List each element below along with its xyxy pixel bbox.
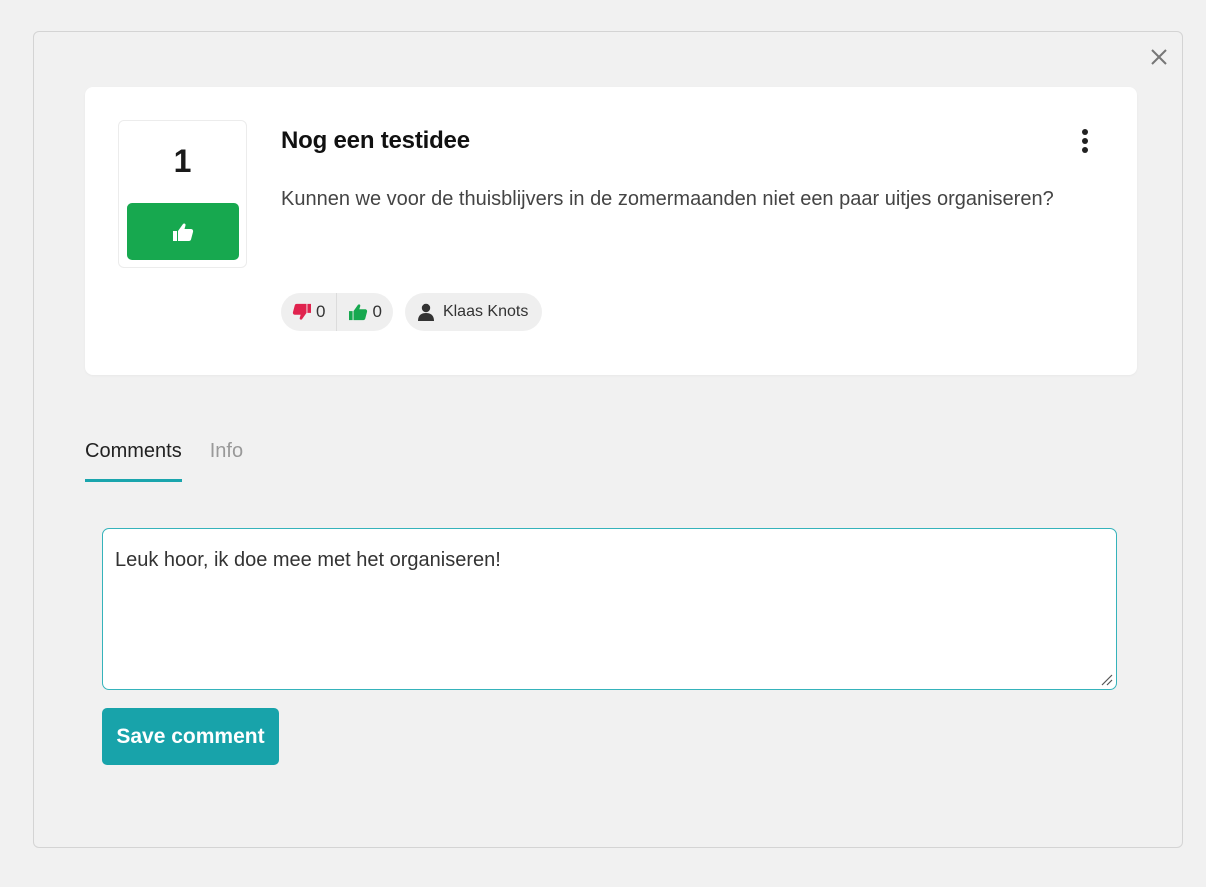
vote-box: 1 [118, 120, 247, 268]
vote-stats: 0 0 [281, 293, 393, 331]
tab-bar: Comments Info [85, 440, 243, 482]
kebab-menu-icon[interactable] [1075, 127, 1095, 159]
idea-card: 1 Nog een testidee Kunnen we voor de thu… [85, 87, 1137, 375]
downvote-stat[interactable]: 0 [281, 293, 336, 331]
tab-info[interactable]: Info [210, 440, 243, 482]
idea-modal: 1 Nog een testidee Kunnen we voor de thu… [33, 31, 1183, 848]
comment-textarea[interactable]: Leuk hoor, ik doe mee met het organisere… [102, 528, 1117, 690]
author-badge[interactable]: Klaas Knots [404, 293, 543, 331]
idea-stats: 0 0 Klaas Knots [281, 293, 543, 331]
comment-text: Leuk hoor, ik doe mee met het organisere… [115, 549, 501, 571]
thumbs-up-icon [173, 223, 194, 241]
upvote-count: 0 [372, 302, 382, 321]
user-icon [417, 303, 434, 321]
close-icon[interactable] [1148, 46, 1170, 68]
vote-count: 1 [173, 143, 192, 179]
resize-handle-icon[interactable] [1099, 672, 1113, 686]
idea-title: Nog een testidee [281, 127, 470, 154]
downvote-count: 0 [316, 302, 326, 321]
thumbs-up-icon [349, 304, 368, 321]
save-comment-button[interactable]: Save comment [102, 708, 279, 765]
idea-description: Kunnen we voor de thuisblijvers in de zo… [281, 188, 1054, 210]
upvote-button[interactable] [127, 203, 239, 260]
upvote-stat[interactable]: 0 [336, 293, 392, 331]
author-name: Klaas Knots [442, 303, 529, 320]
tab-comments[interactable]: Comments [85, 440, 182, 482]
thumbs-down-icon [292, 303, 311, 320]
